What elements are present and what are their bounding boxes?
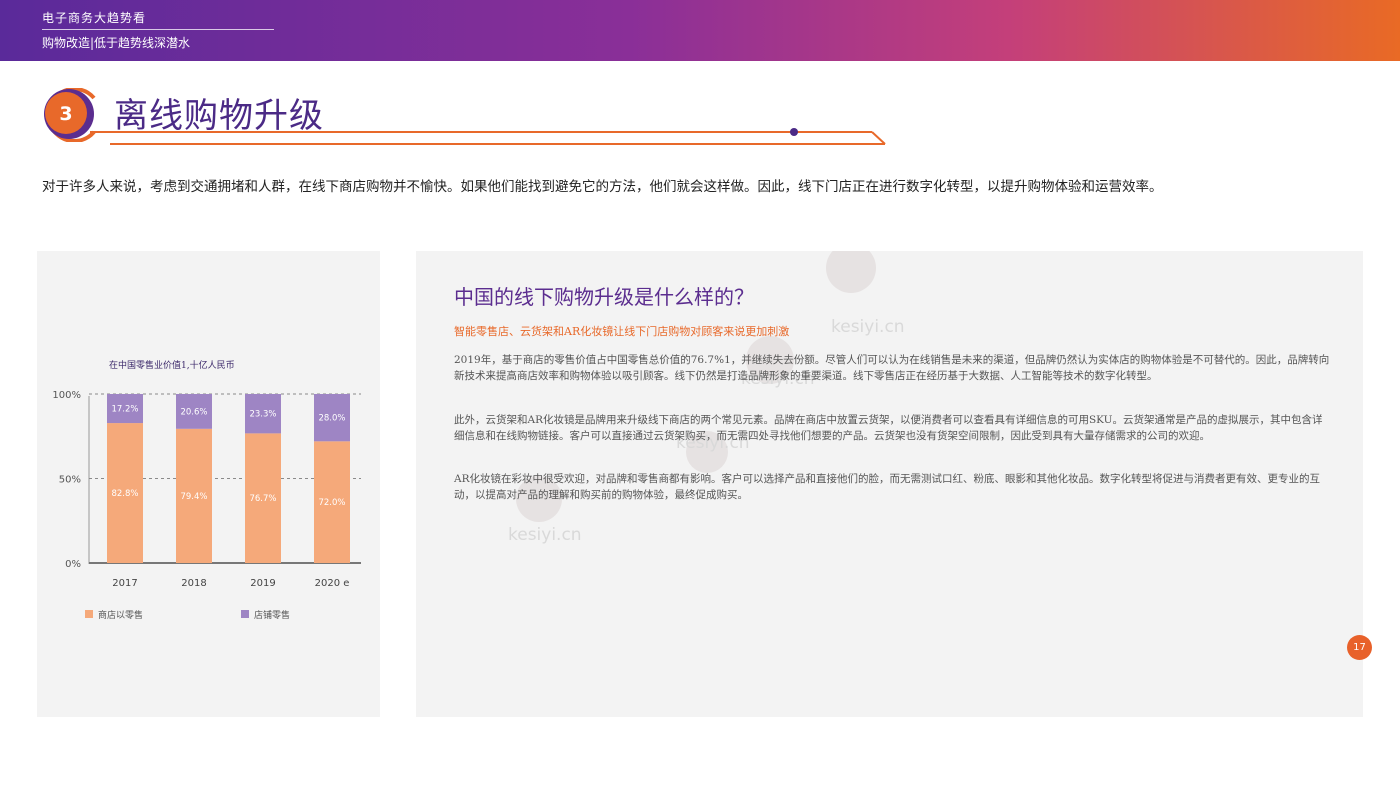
- banner-divider: [42, 29, 274, 30]
- data-label: 76.7%: [249, 494, 276, 504]
- page-number: 17: [1347, 635, 1372, 660]
- panel-heading: 中国的线下购物升级是什么样的？: [454, 285, 754, 309]
- x-tick-label: 2017: [112, 578, 137, 589]
- panel-subheading: 智能零售店、云货架和AR化妆镜让线下门店购物对顾客来说更加刺激: [454, 325, 790, 338]
- data-label: 79.4%: [180, 492, 207, 502]
- chart-panel: 在中国零售业价值1,十亿人民币 0% 50% 100% 82.8% 17.2% 2017 7…: [37, 251, 380, 717]
- legend-swatch: [241, 610, 249, 618]
- legend-label: 店铺零售: [254, 609, 290, 621]
- stacked-bar-chart: 在中国零售业价值1,十亿人民币 0% 50% 100% 82.8% 17.2% 2017 7…: [52, 359, 361, 621]
- text-panel: kesiyi.cn kesiyi.cn kesiyi.cn kesiyi.cn …: [416, 251, 1363, 717]
- watermark-text: kesiyi.cn: [508, 525, 582, 545]
- legend-label: 商店以零售: [98, 609, 143, 621]
- chart-marks: 0% 50% 100% 82.8% 17.2% 2017 79.4% 20.6% 2018 76.…: [52, 390, 361, 621]
- y-tick-label: 100%: [52, 390, 81, 401]
- data-label: 28.0%: [318, 414, 345, 424]
- banner-title: 电子商务大趋势看: [42, 11, 147, 25]
- body-paragraph-3: AR化妆镜在彩妆中很受欢迎，对品牌和零售商都有影响。客户可以选择产品和直接他们的…: [454, 473, 1320, 501]
- data-label: 82.8%: [111, 489, 138, 499]
- y-tick-label: 50%: [59, 475, 81, 486]
- x-tick-label: 2019: [250, 578, 275, 589]
- title-underline-tick: [871, 131, 886, 145]
- body-paragraph-2: 此外，云货架和AR化妆镜是品牌用来升级线下商店的两个常见元素。品牌在商店中放置云…: [454, 414, 1323, 442]
- intro-paragraph: 对于许多人来说，考虑到交通拥堵和人群，在线下商店购物并不愉快。如果他们能找到避免…: [42, 179, 1163, 195]
- title-underline-dot: [790, 128, 798, 136]
- watermark-text: kesiyi.cn: [831, 317, 905, 337]
- body-paragraph-1: 2019年，基于商店的零售价值占中国零售总价值的76.7%1，并继续失去份额。尽…: [454, 354, 1330, 382]
- y-tick-label: 0%: [65, 559, 81, 570]
- data-label: 20.6%: [180, 407, 207, 417]
- title-underline: [90, 128, 886, 145]
- data-label: 17.2%: [111, 405, 138, 415]
- banner-subtitle: 购物改造|低于趋势线深潜水: [42, 36, 191, 50]
- top-banner: 电子商务大趋势看 购物改造|低于趋势线深潜水: [0, 0, 1400, 61]
- legend-swatch: [85, 610, 93, 618]
- data-label: 23.3%: [249, 410, 276, 420]
- chart-title: 在中国零售业价值1,十亿人民币: [109, 359, 235, 371]
- watermark-figure: [826, 251, 876, 293]
- x-tick-label: 2018: [181, 578, 206, 589]
- section-number: 3: [59, 103, 72, 125]
- x-tick-label: 2020 e: [315, 578, 350, 589]
- data-label: 72.0%: [318, 498, 345, 508]
